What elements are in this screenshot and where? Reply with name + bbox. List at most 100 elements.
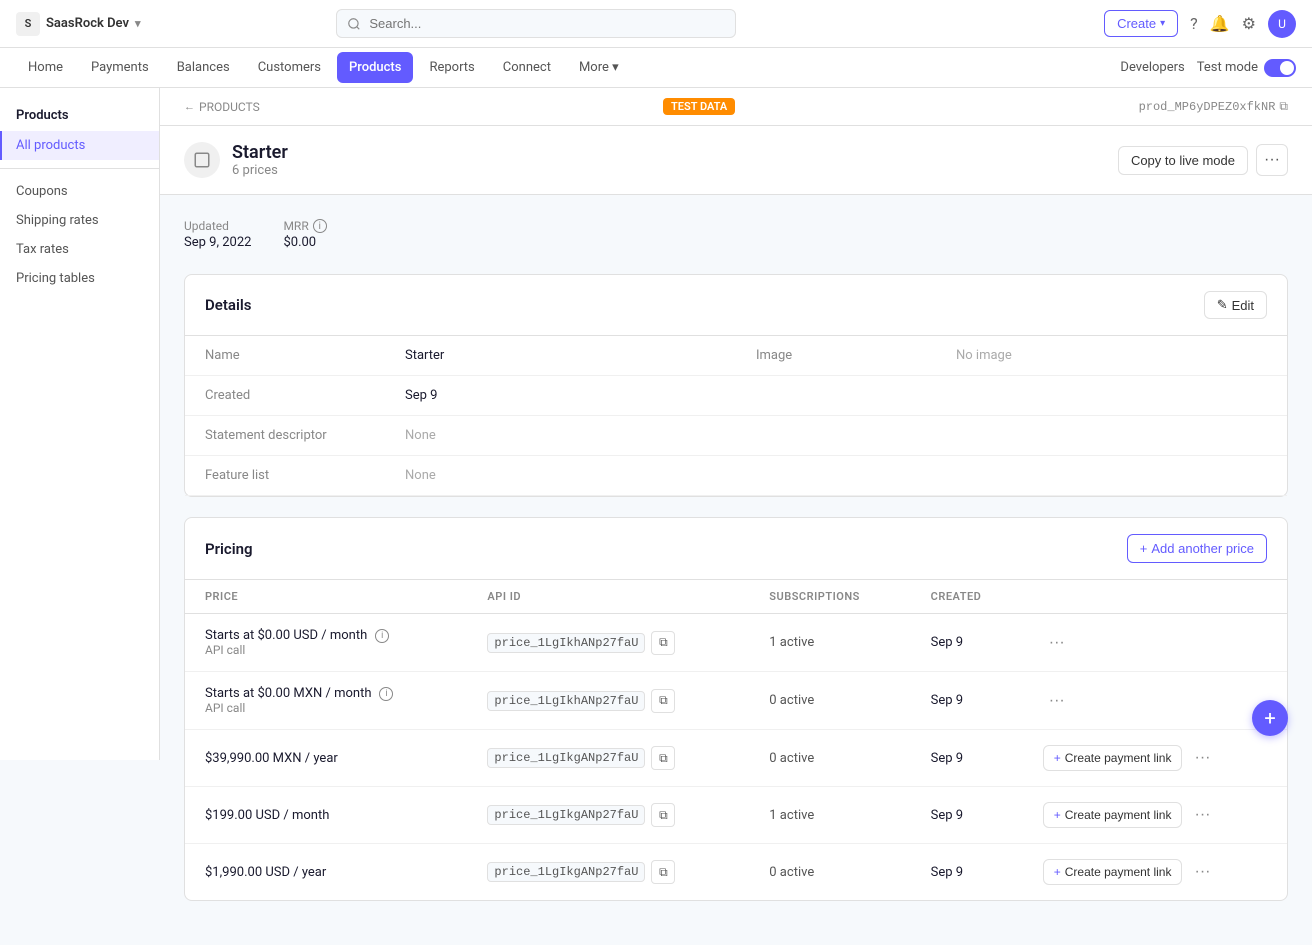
help-icon[interactable]: ? [1190,14,1198,33]
table-row: $199.00 USD / monthprice_1LgIkgANp27faU⧉… [185,787,1287,844]
copy-to-live-button[interactable]: Copy to live mode [1118,146,1248,175]
created-cell: Sep 9 [911,730,1023,787]
avatar[interactable]: U [1268,10,1296,38]
api-id-value: price_1LgIkhANp27faU [487,691,645,711]
row-more-button[interactable]: ··· [1043,687,1071,715]
create-payment-link-button[interactable]: + Create payment link [1043,802,1183,828]
empty-value-1 [936,376,1287,416]
test-badge: TEST DATA [663,98,735,115]
metadata-row: Updated Sep 9, 2022 MRR i $0.00 [184,219,1288,250]
empty-label-3 [736,456,936,496]
nav-item-balances[interactable]: Balances [165,52,242,83]
test-mode-toggle[interactable]: Test mode [1197,59,1296,77]
api-id-cell: price_1LgIkhANp27faU⧉ [467,614,749,672]
price-cell: Starts at $0.00 MXN / monthiAPI call [185,672,467,730]
plus-icon: + [1054,808,1061,822]
sidebar-item-coupons[interactable]: Coupons [0,177,159,206]
actions-cell: ··· [1023,672,1287,730]
mrr-info-icon[interactable]: i [313,219,327,233]
details-section: Details ✎ Edit Name Starter Image No ima… [184,274,1288,497]
bell-icon[interactable]: 🔔 [1210,14,1230,33]
company-name: SaasRock Dev [46,16,129,31]
col-api-id: API ID [467,580,749,614]
subscriptions-value: 0 active [769,865,814,880]
nav-item-products[interactable]: Products [337,52,413,83]
price-cell: $199.00 USD / month [185,787,467,844]
product-title-area: Starter 6 prices [232,142,288,178]
metadata-mrr: MRR i $0.00 [283,219,326,250]
row-more-button[interactable]: ··· [1188,858,1216,886]
price-info-icon[interactable]: i [379,687,393,701]
search-bar[interactable] [336,9,736,38]
page-layout: Products All products Coupons Shipping r… [0,88,1312,945]
copy-api-id-button[interactable]: ⧉ [651,746,675,770]
actions-cell: ··· [1023,614,1287,672]
copy-api-id-button[interactable]: ⧉ [651,860,675,884]
main-content: ← PRODUCTS TEST DATA prod_MP6yDPEZ0xfkNR… [160,88,1312,945]
toggle-thumb [1280,61,1294,75]
subscriptions-cell: 0 active [749,844,910,901]
price-info-icon[interactable]: i [375,629,389,643]
price-cell: $39,990.00 MXN / year [185,730,467,787]
developers-link[interactable]: Developers [1120,60,1184,75]
create-payment-link-button[interactable]: + Create payment link [1043,745,1183,771]
statement-descriptor-label: Statement descriptor [185,416,385,456]
api-id-value: price_1LgIkgANp27faU [487,862,645,882]
row-more-button[interactable]: ··· [1188,801,1216,829]
more-options-button[interactable]: ··· [1256,144,1288,176]
col-subscriptions: SUBSCRIPTIONS [749,580,910,614]
image-label: Image [736,336,936,376]
sidebar-item-all-products[interactable]: All products [0,131,159,160]
create-payment-link-button[interactable]: + Create payment link [1043,859,1183,885]
row-more-button[interactable]: ··· [1188,744,1216,772]
subscriptions-cell: 0 active [749,730,910,787]
product-actions: Copy to live mode ··· [1118,144,1288,176]
copy-api-id-button[interactable]: ⧉ [651,631,675,655]
image-value: No image [936,336,1287,376]
actions-cell: + Create payment link··· [1023,730,1287,787]
sidebar-item-pricing-tables[interactable]: Pricing tables [0,264,159,293]
created-label: Created [185,376,385,416]
nav-item-reports[interactable]: Reports [417,52,486,83]
nav-item-payments[interactable]: Payments [79,52,161,83]
nav-item-customers[interactable]: Customers [246,52,333,83]
breadcrumb-link[interactable]: PRODUCTS [199,100,260,114]
fab-button[interactable]: + [1252,700,1288,736]
nav-item-more[interactable]: More ▾ [567,52,631,83]
empty-label-2 [736,416,936,456]
copy-api-id-button[interactable]: ⧉ [651,689,675,713]
plus-icon: + [1054,751,1061,765]
secondary-nav: Home Payments Balances Customers Product… [0,48,1312,88]
api-id-cell: price_1LgIkhANp27faU ⧉ [467,672,749,730]
feature-list-label: Feature list [185,456,385,496]
feature-list-value: None [385,456,736,496]
gear-icon[interactable]: ⚙ [1242,14,1256,33]
top-nav: S SaasRock Dev ▾ Create ▾ ? 🔔 ⚙ U [0,0,1312,48]
breadcrumb: ← PRODUCTS [184,100,260,114]
top-nav-right: Create ▾ ? 🔔 ⚙ U [1104,10,1296,38]
price-sub-label: API call [205,643,447,657]
search-input[interactable] [336,9,736,38]
empty-label-1 [736,376,936,416]
mrr-value: $0.00 [283,235,326,250]
col-actions [1023,580,1287,614]
row-more-button[interactable]: ··· [1043,629,1071,657]
details-grid: Name Starter Image No image Created Sep … [185,336,1287,496]
col-created: CREATED [911,580,1023,614]
sidebar-item-shipping-rates[interactable]: Shipping rates [0,206,159,235]
chevron-down-icon: ▾ [135,17,141,30]
nav-item-connect[interactable]: Connect [491,52,563,83]
product-icon [184,142,220,178]
edit-button[interactable]: ✎ Edit [1204,291,1267,319]
copy-api-id-button[interactable]: ⧉ [651,803,675,827]
empty-value-3 [936,456,1287,496]
logo-area[interactable]: S SaasRock Dev ▾ [16,12,141,36]
toggle-track[interactable] [1264,59,1296,77]
copy-id-icon[interactable]: ⧉ [1279,100,1288,114]
metadata-updated: Updated Sep 9, 2022 [184,219,251,250]
add-price-button[interactable]: + Add another price [1127,534,1267,563]
table-row: Starts at $0.00 MXN / monthiAPI callpric… [185,672,1287,730]
create-button[interactable]: Create ▾ [1104,10,1178,37]
nav-item-home[interactable]: Home [16,52,75,83]
sidebar-item-tax-rates[interactable]: Tax rates [0,235,159,264]
